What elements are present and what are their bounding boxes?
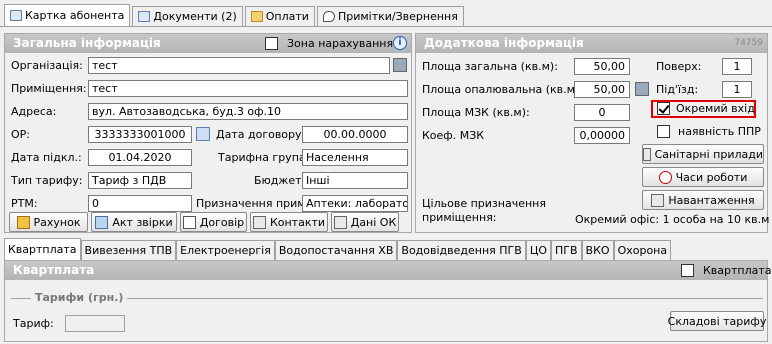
document-icon bbox=[138, 11, 151, 22]
area-heated-field[interactable]: 50,00 bbox=[574, 81, 630, 98]
ppr-checkbox[interactable] bbox=[657, 125, 670, 138]
tab-documents[interactable]: Документи (2) bbox=[132, 6, 243, 26]
payments-icon bbox=[250, 11, 263, 22]
general-info-panel: Загальна інформація Зона нарахування i О… bbox=[4, 33, 412, 233]
tariff-group-field[interactable]: Населення bbox=[302, 149, 408, 166]
entrance-field[interactable]: 1 bbox=[722, 81, 752, 98]
tab-electricity[interactable]: Електроенергія bbox=[176, 240, 275, 260]
reconcile-button[interactable]: Акт звірки bbox=[91, 212, 177, 232]
contract-date-field[interactable]: 00.00.0000 bbox=[302, 126, 408, 143]
area-mzk-field[interactable]: 0 bbox=[574, 104, 630, 121]
kvartplata-checkbox[interactable] bbox=[681, 264, 694, 277]
invoice-button[interactable]: Рахунок bbox=[9, 212, 88, 232]
separate-entry-checkbox[interactable] bbox=[657, 102, 670, 115]
pick-area-icon[interactable] bbox=[635, 82, 649, 96]
coef-mzk-field[interactable]: 0,00000 bbox=[574, 127, 630, 144]
load-button[interactable]: Навантаження bbox=[642, 190, 764, 210]
room-field[interactable]: тест bbox=[88, 80, 408, 97]
card-icon bbox=[10, 10, 22, 21]
tariff-field[interactable] bbox=[65, 315, 125, 332]
tab-drainage[interactable]: Водовідведення ПГВ bbox=[397, 240, 526, 260]
tab-heating[interactable]: ЦО bbox=[525, 240, 552, 260]
tab-kvartplata[interactable]: Квартплата bbox=[4, 238, 81, 260]
tab-hot-water[interactable]: ПГВ bbox=[551, 240, 582, 260]
contract-icon bbox=[182, 215, 196, 229]
top-tabs: Картка абонента Документи (2) Оплати При… bbox=[4, 4, 466, 26]
clock-icon bbox=[658, 170, 672, 184]
service-tabs: Квартплата Вивезення ТПВ Електроенергія … bbox=[4, 238, 672, 260]
load-icon bbox=[651, 193, 665, 207]
kvartplata-header: Квартплата Квартплата bbox=[5, 261, 772, 280]
tariff-components-button[interactable]: Складові тарифу bbox=[668, 311, 766, 331]
additional-info-panel: Додаткова інформація 74759 Площа загальн… bbox=[415, 33, 770, 233]
data-ok-button[interactable]: Дані ОК bbox=[331, 212, 399, 232]
purpose-value: Окремий офіс: 1 особа на 10 кв.м bbox=[575, 213, 770, 226]
connection-date-field[interactable]: 01.04.2020 bbox=[88, 149, 192, 166]
reconcile-icon bbox=[95, 215, 109, 229]
info-icon[interactable]: i bbox=[393, 36, 407, 50]
op-field[interactable]: 3333333001000 bbox=[88, 126, 192, 143]
tab-security[interactable]: Охорона bbox=[613, 240, 672, 260]
group-line-left bbox=[11, 298, 31, 299]
contacts-button[interactable]: Контакти bbox=[250, 212, 328, 232]
invoice-icon bbox=[16, 215, 30, 229]
tab-payments[interactable]: Оплати bbox=[244, 6, 315, 26]
tariff-type-field[interactable]: Тариф з ПДВ bbox=[88, 172, 192, 189]
sanitary-icon bbox=[643, 147, 651, 161]
kvartplata-panel: Квартплата Квартплата Тарифи (грн.) Тари… bbox=[4, 260, 772, 342]
tab-divider bbox=[0, 26, 772, 27]
tab-notes[interactable]: Примітки/Звернення bbox=[316, 6, 464, 26]
budget-field[interactable]: Інші bbox=[302, 172, 408, 189]
additional-info-header: Додаткова інформація 74759 bbox=[416, 34, 767, 53]
pick-organization-icon[interactable] bbox=[393, 58, 407, 72]
copy-icon[interactable] bbox=[196, 127, 210, 141]
rtm-field[interactable]: 0 bbox=[88, 195, 192, 212]
speech-bubble-icon bbox=[322, 11, 335, 22]
sanitary-devices-button[interactable]: Санітарні прилади bbox=[642, 144, 764, 164]
data-ok-icon bbox=[333, 215, 347, 229]
contacts-icon bbox=[252, 215, 266, 229]
contract-button[interactable]: Договір bbox=[180, 212, 247, 232]
address-field[interactable]: вул. Автозаводська, буд.3 оф.10 bbox=[88, 103, 408, 120]
tab-vko[interactable]: ВКО bbox=[581, 240, 614, 260]
tab-cold-water[interactable]: Водопостачання ХВ bbox=[274, 240, 398, 260]
area-total-field[interactable]: 50,00 bbox=[574, 58, 630, 75]
organization-field[interactable]: тест bbox=[88, 57, 390, 74]
group-line-right bbox=[127, 298, 763, 299]
purpose-field[interactable]: Аптеки: лабораторії bbox=[302, 195, 408, 212]
general-info-header: Загальна інформація Зона нарахування i bbox=[5, 34, 411, 53]
work-hours-button[interactable]: Часи роботи bbox=[642, 167, 764, 187]
zone-checkbox[interactable] bbox=[265, 37, 278, 50]
tab-card[interactable]: Картка абонента bbox=[4, 4, 131, 26]
tab-waste[interactable]: Вивезення ТПВ bbox=[80, 240, 177, 260]
floor-field[interactable]: 1 bbox=[722, 58, 752, 75]
